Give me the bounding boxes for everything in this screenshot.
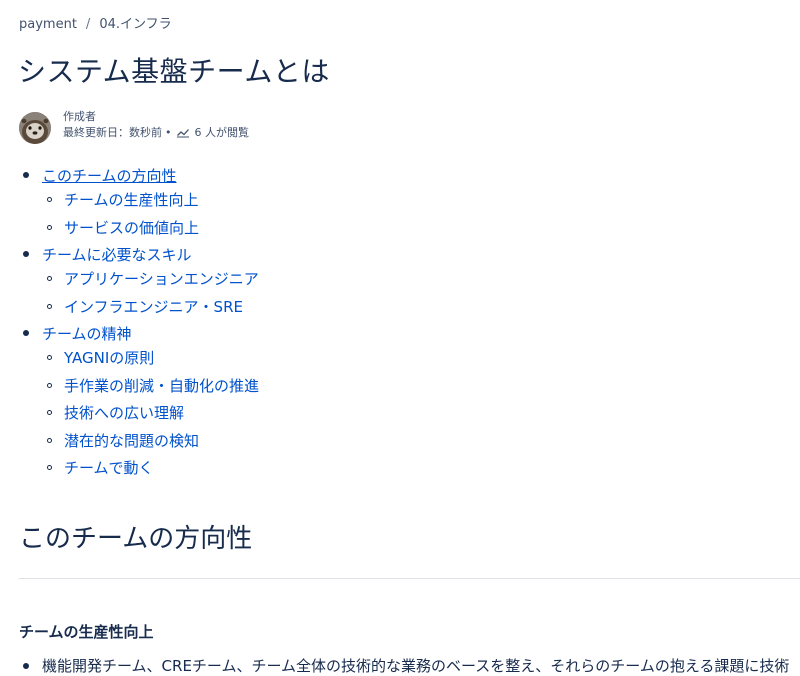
author-label: 作成者 — [63, 110, 96, 123]
toc-subitem: 潜在的な問題の検知 — [42, 429, 259, 457]
circle-bullet-icon — [47, 437, 52, 443]
chart-line-icon — [176, 129, 189, 138]
table-of-contents: このチームの方向性 チームの生産性向上 サービスの価値向上 チームに必要なスキル… — [22, 164, 259, 484]
bullet-icon — [23, 251, 29, 257]
toc-item: このチームの方向性 チームの生産性向上 サービスの価値向上 — [22, 164, 259, 243]
toc-subitem: チームで動く — [42, 456, 259, 484]
circle-bullet-icon — [47, 303, 52, 309]
sub-heading: チームの生産性向上 — [19, 623, 154, 641]
toc-link-direction[interactable]: このチームの方向性 — [42, 164, 259, 188]
byline-text: 作成者 最終更新日：数秒前 • 6 人が閲覧 — [63, 109, 249, 141]
toc-subitem: 手作業の削減・自動化の推進 — [42, 374, 259, 402]
circle-bullet-icon — [47, 355, 52, 360]
section-heading: このチームの方向性 — [19, 524, 253, 554]
toc-link-tech-understanding[interactable]: 技術への広い理解 — [64, 404, 184, 422]
section-divider — [19, 578, 800, 579]
toc-subitem: アプリケーションエンジニア — [42, 267, 259, 295]
view-count[interactable]: 6 人が閲覧 — [176, 125, 250, 141]
list-item-text: 機能開発チーム、CREチーム、チーム全体の技術的な業務のベースを整え、それらのチ… — [42, 657, 790, 675]
circle-bullet-icon — [47, 197, 52, 202]
toc-subitem: チームの生産性向上 — [42, 188, 259, 216]
breadcrumb-item-payment[interactable]: payment — [19, 17, 77, 32]
toc-link-spirit[interactable]: チームの精神 — [42, 322, 259, 346]
circle-bullet-icon — [47, 465, 52, 470]
breadcrumb-item-infra[interactable]: 04.インフラ — [99, 17, 171, 32]
bullet-icon — [23, 663, 29, 669]
toc-subitem: インフラエンジニア・SRE — [42, 295, 259, 323]
view-count-label: 6 人が閲覧 — [194, 126, 250, 139]
otter-avatar-icon — [19, 112, 51, 144]
toc-link-infra-sre[interactable]: インフラエンジニア・SRE — [64, 298, 243, 316]
toc-link-automation[interactable]: 手作業の削減・自動化の推進 — [64, 377, 259, 395]
circle-bullet-icon — [47, 382, 52, 388]
toc-item: チームの精神 YAGNIの原則 手作業の削減・自動化の推進 技術への広い理解 潜… — [22, 322, 259, 484]
toc-link-service-value[interactable]: サービスの価値向上 — [64, 219, 199, 237]
toc-link-app-engineer[interactable]: アプリケーションエンジニア — [64, 270, 259, 288]
toc-link-skills[interactable]: チームに必要なスキル — [42, 243, 259, 267]
toc-link-problem-detection[interactable]: 潜在的な問題の検知 — [64, 432, 199, 450]
bullet-icon — [23, 330, 29, 336]
toc-link-productivity[interactable]: チームの生産性向上 — [64, 191, 199, 209]
list-item: 機能開発チーム、CREチーム、チーム全体の技術的な業務のベースを整え、それらのチ… — [22, 655, 789, 676]
circle-bullet-icon — [47, 224, 52, 230]
toc-item: チームに必要なスキル アプリケーションエンジニア インフラエンジニア・SRE — [22, 243, 259, 322]
byline-dot: • — [165, 126, 172, 139]
toc-subitem: サービスの価値向上 — [42, 216, 259, 244]
toc-subitem: YAGNIの原則 — [42, 346, 259, 374]
toc-link-yagni[interactable]: YAGNIの原則 — [64, 349, 154, 367]
toc-subitem: 技術への広い理解 — [42, 401, 259, 429]
avatar[interactable] — [19, 112, 51, 144]
last-updated[interactable]: 最終更新日：数秒前 — [63, 125, 162, 141]
bullet-icon — [23, 172, 29, 178]
circle-bullet-icon — [47, 410, 52, 415]
breadcrumb: payment / 04.インフラ — [19, 13, 172, 32]
circle-bullet-icon — [47, 276, 52, 281]
toc-link-teamwork[interactable]: チームで動く — [64, 459, 154, 477]
breadcrumb-separator: / — [85, 17, 91, 32]
page-title: システム基盤チームとは — [18, 55, 330, 88]
